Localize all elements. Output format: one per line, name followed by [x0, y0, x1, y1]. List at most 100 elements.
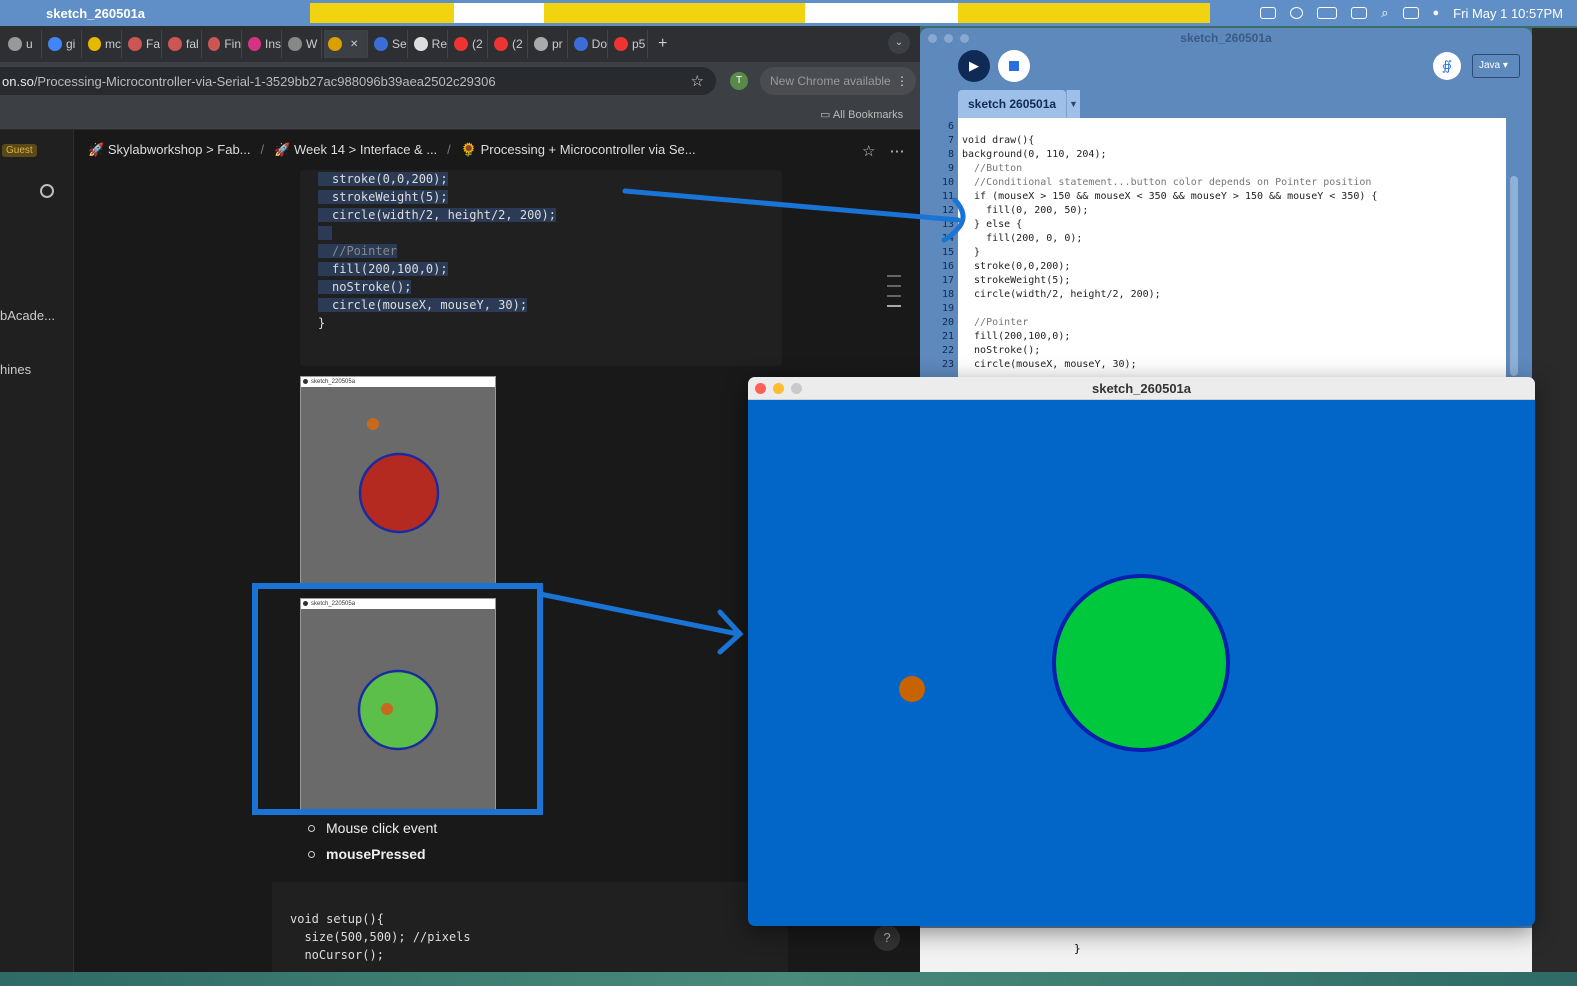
minimize-button[interactable] — [773, 383, 784, 394]
sketch-titlebar: sketch_260501a — [748, 377, 1535, 400]
tab-search-button[interactable]: ⌄ — [888, 32, 910, 54]
code-block[interactable]: void setup(){ size(500,500); //pixels no… — [272, 882, 788, 972]
code-block[interactable]: stroke(0,0,200); strokeWeight(5); circle… — [300, 170, 782, 366]
code-line: //Pointer — [962, 317, 1029, 328]
pointer-dot — [381, 703, 393, 715]
menu-bar-wallpaper-strip — [310, 3, 1210, 23]
help-button[interactable]: ? — [874, 925, 900, 951]
line-number: 7 — [947, 135, 954, 146]
code-text: void setup(){ size(500,500); //pixels no… — [290, 910, 471, 964]
line-number: 10 — [941, 177, 954, 188]
sidebar-item[interactable]: bAcade... — [0, 308, 55, 323]
sketch-canvas[interactable] — [748, 400, 1535, 926]
code-line: //Pointer — [318, 244, 398, 258]
spotlight-icon[interactable]: ⌕ — [1381, 5, 1388, 21]
favicon-icon — [494, 37, 508, 51]
browser-tab[interactable]: ✕ — [324, 30, 368, 58]
favicon-icon — [454, 37, 468, 51]
close-tab-icon[interactable]: ✕ — [350, 39, 358, 50]
breadcrumb-item[interactable]: 🌻 Processing + Microcontroller via Se... — [461, 142, 696, 158]
siri-icon[interactable]: ● — [1433, 7, 1440, 19]
tab-strip: u gi mc Fa fal Fin Ins W ✕ Se Re (2 (2 pr Do p5 + — [0, 26, 920, 62]
app-menu-name[interactable]: sketch_260501a — [46, 6, 145, 21]
zoom-button[interactable] — [791, 383, 802, 394]
line-number: 15 — [941, 247, 954, 258]
new-tab-button[interactable]: + — [658, 35, 667, 53]
outline-indicator[interactable] — [887, 275, 901, 315]
play-icon[interactable] — [1290, 7, 1304, 19]
screenshot-canvas — [357, 669, 439, 751]
code-line: } — [962, 247, 981, 258]
favicon-icon — [48, 37, 62, 51]
button-circle — [357, 669, 439, 751]
browser-tab[interactable]: Fin — [204, 30, 242, 58]
debugger-button[interactable]: ∯ — [1433, 52, 1461, 80]
code-editor[interactable]: void draw(){ background(0, 110, 204); //… — [958, 118, 1506, 378]
code-line: background(0, 110, 204); — [962, 149, 1107, 160]
favicon-icon — [8, 37, 22, 51]
code-line: } — [318, 316, 326, 330]
favorite-star-icon[interactable]: ☆ — [862, 142, 875, 160]
page-actions: ☆ ⋯ — [862, 142, 904, 160]
tab-menu-button[interactable]: ▼ — [1066, 90, 1080, 118]
sketch-window: sketch_260501a — [748, 377, 1535, 926]
page-emoji-icon: 🚀 — [274, 142, 291, 157]
omnibox[interactable]: on.so /Processing-Microcontroller-via-Se… — [0, 67, 716, 95]
code-line: noCursor(); — [290, 948, 384, 962]
code-line: strokeWeight(5); — [318, 190, 448, 204]
browser-tab[interactable]: p5 — [610, 30, 648, 58]
sidebar-item[interactable]: hines — [0, 362, 31, 377]
browser-tab[interactable]: fal — [164, 30, 202, 58]
close-button[interactable] — [755, 383, 766, 394]
favicon-icon — [288, 37, 302, 51]
tab-label: Se — [392, 37, 407, 51]
guest-badge: Guest — [2, 144, 37, 157]
control-center-icon[interactable] — [1402, 7, 1419, 19]
screenshot-canvas — [358, 418, 440, 534]
screen-mirror-icon[interactable] — [1351, 7, 1368, 19]
code-line: circle(width/2, height/2, 200); — [962, 289, 1161, 300]
code-line: noStroke(); — [318, 280, 412, 294]
tab-label: Fa — [146, 37, 161, 51]
update-chrome-button[interactable]: New Chrome available ⋮ — [760, 67, 916, 95]
more-icon[interactable]: ⋯ — [889, 142, 904, 160]
favicon-icon — [128, 37, 142, 51]
bookmark-star-icon[interactable]: ☆ — [691, 72, 704, 90]
favicon-icon — [248, 37, 261, 51]
code-line: circle(mouseX, mouseY, 30); — [962, 359, 1137, 370]
notifications-icon[interactable] — [1260, 7, 1277, 19]
battery-icon[interactable] — [1317, 7, 1338, 19]
editor-scrollbar[interactable] — [1510, 176, 1518, 376]
line-number: 19 — [941, 303, 954, 314]
browser-tab[interactable]: Re — [410, 30, 448, 58]
breadcrumb-label: Skylabworkshop > Fab... — [107, 142, 251, 157]
browser-tab[interactable]: gi — [44, 30, 82, 58]
breadcrumb-item[interactable]: 🚀 Skylabworkshop > Fab... — [88, 142, 251, 158]
tab-sketch[interactable]: sketch 260501a — [958, 90, 1066, 118]
browser-tab[interactable]: W — [284, 30, 322, 58]
browser-tab[interactable]: pr — [530, 30, 568, 58]
browser-tab[interactable]: Se — [370, 30, 408, 58]
favicon-icon — [574, 37, 588, 51]
browser-tab[interactable]: mc — [84, 30, 122, 58]
stop-button[interactable] — [998, 50, 1030, 82]
mode-select[interactable]: Java ▾ — [1472, 54, 1520, 78]
browser-tab[interactable]: (2 — [490, 30, 528, 58]
browser-tab[interactable]: Do — [570, 30, 608, 58]
breadcrumb-item[interactable]: 🚀 Week 14 > Interface & ... — [274, 142, 437, 158]
browser-tab[interactable]: u — [4, 30, 42, 58]
profile-avatar[interactable]: T — [730, 72, 748, 90]
kebab-menu-icon[interactable]: ⋮ — [896, 74, 908, 88]
search-icon[interactable] — [40, 184, 54, 198]
browser-tab[interactable]: Fa — [124, 30, 162, 58]
list-item: mousePressed — [308, 846, 437, 862]
run-button[interactable]: ▶ — [958, 50, 990, 82]
screenshot-red-button: sketch_220505a — [300, 376, 496, 588]
browser-tab[interactable]: Ins — [244, 30, 282, 58]
clock[interactable]: Fri May 1 10:57PM — [1453, 6, 1563, 21]
screenshot-titlebar: sketch_220505a — [301, 377, 495, 387]
console-area: } — [920, 928, 1532, 972]
notion-sidebar: Guest bAcade... hines — [0, 130, 74, 972]
browser-tab[interactable]: (2 — [450, 30, 488, 58]
all-bookmarks-button[interactable]: ▭ All Bookmarks — [820, 108, 903, 121]
